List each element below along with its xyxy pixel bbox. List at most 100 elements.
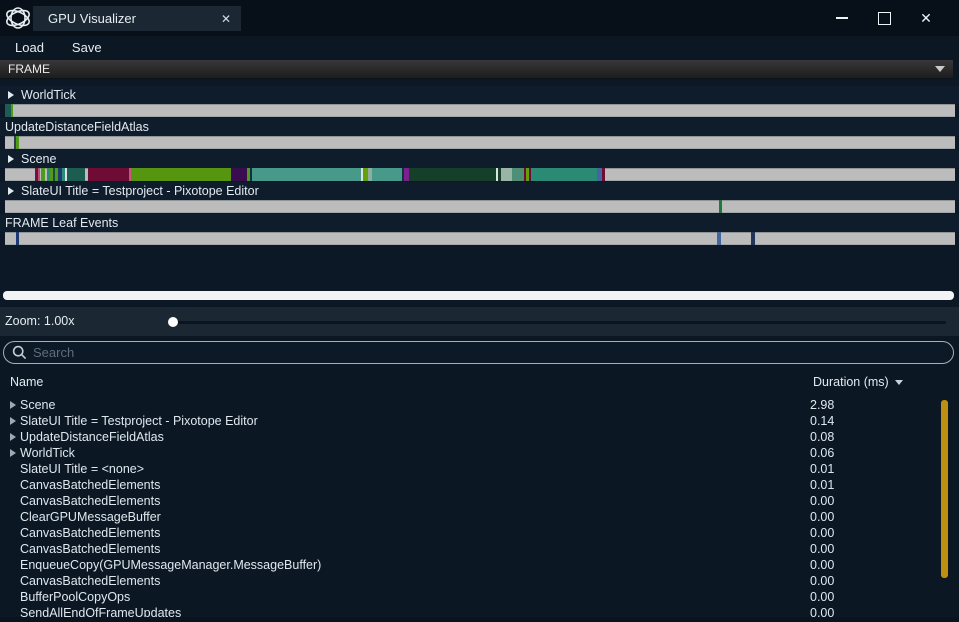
expand-arrow-icon[interactable] xyxy=(8,155,14,163)
vertical-scrollbar[interactable] xyxy=(941,400,948,578)
maximize-button[interactable] xyxy=(863,0,905,36)
track-label-row[interactable]: SlateUI Title = Testproject - Pixotope E… xyxy=(0,182,959,200)
timeline-segment xyxy=(751,232,755,245)
minimize-button[interactable] xyxy=(821,0,863,36)
expand-arrow-icon[interactable] xyxy=(10,449,16,457)
event-name: CanvasBatchedElements xyxy=(20,526,160,540)
track-bar[interactable] xyxy=(5,200,955,213)
track-label-row[interactable]: FRAME Leaf Events xyxy=(0,214,959,232)
tab-close-icon[interactable]: ✕ xyxy=(221,12,231,26)
table-row[interactable]: CanvasBatchedElements 0.01 xyxy=(0,477,959,493)
column-header-name[interactable]: Name xyxy=(10,375,43,389)
timeline-segment xyxy=(41,168,45,181)
timeline-track: UpdateDistanceFieldAtlas xyxy=(0,118,959,149)
minimize-icon xyxy=(836,17,848,19)
track-label: WorldTick xyxy=(21,88,76,102)
window-controls: ✕ xyxy=(821,0,947,36)
track-label-row[interactable]: UpdateDistanceFieldAtlas xyxy=(0,118,959,136)
tab-gpu-visualizer[interactable]: GPU Visualizer ✕ xyxy=(33,6,241,31)
table-row[interactable]: Scene 2.98 xyxy=(0,397,959,413)
menubar: Load Save xyxy=(0,36,959,58)
timeline-segment xyxy=(88,168,128,181)
close-icon: ✕ xyxy=(920,10,932,27)
event-duration: 0.00 xyxy=(810,558,834,572)
event-name: CanvasBatchedElements xyxy=(20,542,160,556)
track-label: UpdateDistanceFieldAtlas xyxy=(5,120,149,134)
maximize-icon xyxy=(878,12,891,25)
table-row[interactable]: UpdateDistanceFieldAtlas 0.08 xyxy=(0,429,959,445)
frame-select-dropdown[interactable]: FRAME xyxy=(0,60,953,79)
zoom-row: Zoom: 1.00x xyxy=(0,307,959,336)
expand-arrow-icon[interactable] xyxy=(10,417,16,425)
timeline-segment xyxy=(231,168,247,181)
event-name: CanvasBatchedElements xyxy=(20,478,160,492)
event-duration: 2.98 xyxy=(810,398,834,412)
table-header: Name Duration (ms) xyxy=(0,375,959,391)
timeline-segment xyxy=(501,168,512,181)
chevron-down-icon xyxy=(935,66,945,72)
table-row[interactable]: EnqueueCopy(GPUMessageManager.MessageBuf… xyxy=(0,557,959,573)
table-row[interactable]: SlateUI Title = Testproject - Pixotope E… xyxy=(0,413,959,429)
track-label-row[interactable]: Scene xyxy=(0,150,959,168)
event-duration: 0.00 xyxy=(810,574,834,588)
expand-arrow-icon[interactable] xyxy=(10,401,16,409)
event-duration: 0.01 xyxy=(810,478,834,492)
track-bar[interactable] xyxy=(5,168,955,181)
timeline-track: Scene xyxy=(0,150,959,181)
zoom-slider-track[interactable] xyxy=(170,321,946,324)
timeline-segment xyxy=(602,168,605,181)
menu-save[interactable]: Save xyxy=(58,40,116,55)
event-duration: 0.00 xyxy=(810,590,834,604)
close-button[interactable]: ✕ xyxy=(905,0,947,36)
timeline-segment xyxy=(11,104,13,117)
track-bar[interactable] xyxy=(5,136,955,149)
frame-select-value: FRAME xyxy=(0,62,935,76)
timeline-track: FRAME Leaf Events xyxy=(0,214,959,245)
track-bar[interactable] xyxy=(5,232,955,245)
titlebar: GPU Visualizer ✕ ✕ xyxy=(0,0,959,36)
timeline-segment xyxy=(372,168,402,181)
track-label: FRAME Leaf Events xyxy=(5,216,118,230)
event-name: SlateUI Title = Testproject - Pixotope E… xyxy=(20,414,258,428)
tab-title: GPU Visualizer xyxy=(43,11,221,26)
event-duration: 0.06 xyxy=(810,446,834,460)
expand-arrow-icon[interactable] xyxy=(8,91,14,99)
search-input[interactable]: Search xyxy=(3,341,954,364)
horizontal-scrollbar[interactable] xyxy=(3,291,954,300)
event-table: Scene 2.98 SlateUI Title = Testproject -… xyxy=(0,397,959,622)
expand-arrow-icon[interactable] xyxy=(10,433,16,441)
table-row[interactable]: CanvasBatchedElements 0.00 xyxy=(0,493,959,509)
event-duration: 0.14 xyxy=(810,414,834,428)
search-icon xyxy=(12,345,27,360)
track-label: Scene xyxy=(21,152,56,166)
timeline-segment xyxy=(16,136,19,149)
track-bar[interactable] xyxy=(5,104,955,117)
track-label: SlateUI Title = Testproject - Pixotope E… xyxy=(21,184,259,198)
table-row[interactable]: CanvasBatchedElements 0.00 xyxy=(0,525,959,541)
event-name: EnqueueCopy(GPUMessageManager.MessageBuf… xyxy=(20,558,321,572)
event-duration: 0.01 xyxy=(810,462,834,476)
column-header-duration[interactable]: Duration (ms) xyxy=(813,375,903,389)
table-row[interactable]: WorldTick 0.06 xyxy=(0,445,959,461)
track-label-row[interactable]: WorldTick xyxy=(0,86,959,104)
table-row[interactable]: SlateUI Title = <none> 0.01 xyxy=(0,461,959,477)
table-row[interactable]: CanvasBatchedElements 0.00 xyxy=(0,573,959,589)
timeline-segment xyxy=(409,168,495,181)
timeline-segment xyxy=(531,168,597,181)
zoom-slider-thumb[interactable] xyxy=(168,317,178,327)
event-name: Scene xyxy=(20,398,55,412)
gpu-visualizer-window: GPU Visualizer ✕ ✕ Load Save FRAME World… xyxy=(0,0,959,622)
column-header-duration-label: Duration (ms) xyxy=(813,375,889,389)
table-row[interactable]: CanvasBatchedElements 0.00 xyxy=(0,541,959,557)
table-row[interactable]: ClearGPUMessageBuffer 0.00 xyxy=(0,509,959,525)
menu-load[interactable]: Load xyxy=(0,40,58,55)
table-row[interactable]: BufferPoolCopyOps 0.00 xyxy=(0,589,959,605)
event-duration: 0.08 xyxy=(810,430,834,444)
event-name: CanvasBatchedElements xyxy=(20,494,160,508)
sort-desc-icon xyxy=(895,380,903,385)
search-placeholder: Search xyxy=(33,345,74,360)
timeline-segment xyxy=(16,232,19,245)
event-duration: 0.00 xyxy=(810,526,834,540)
expand-arrow-icon[interactable] xyxy=(8,187,14,195)
event-name: SlateUI Title = <none> xyxy=(20,462,144,476)
